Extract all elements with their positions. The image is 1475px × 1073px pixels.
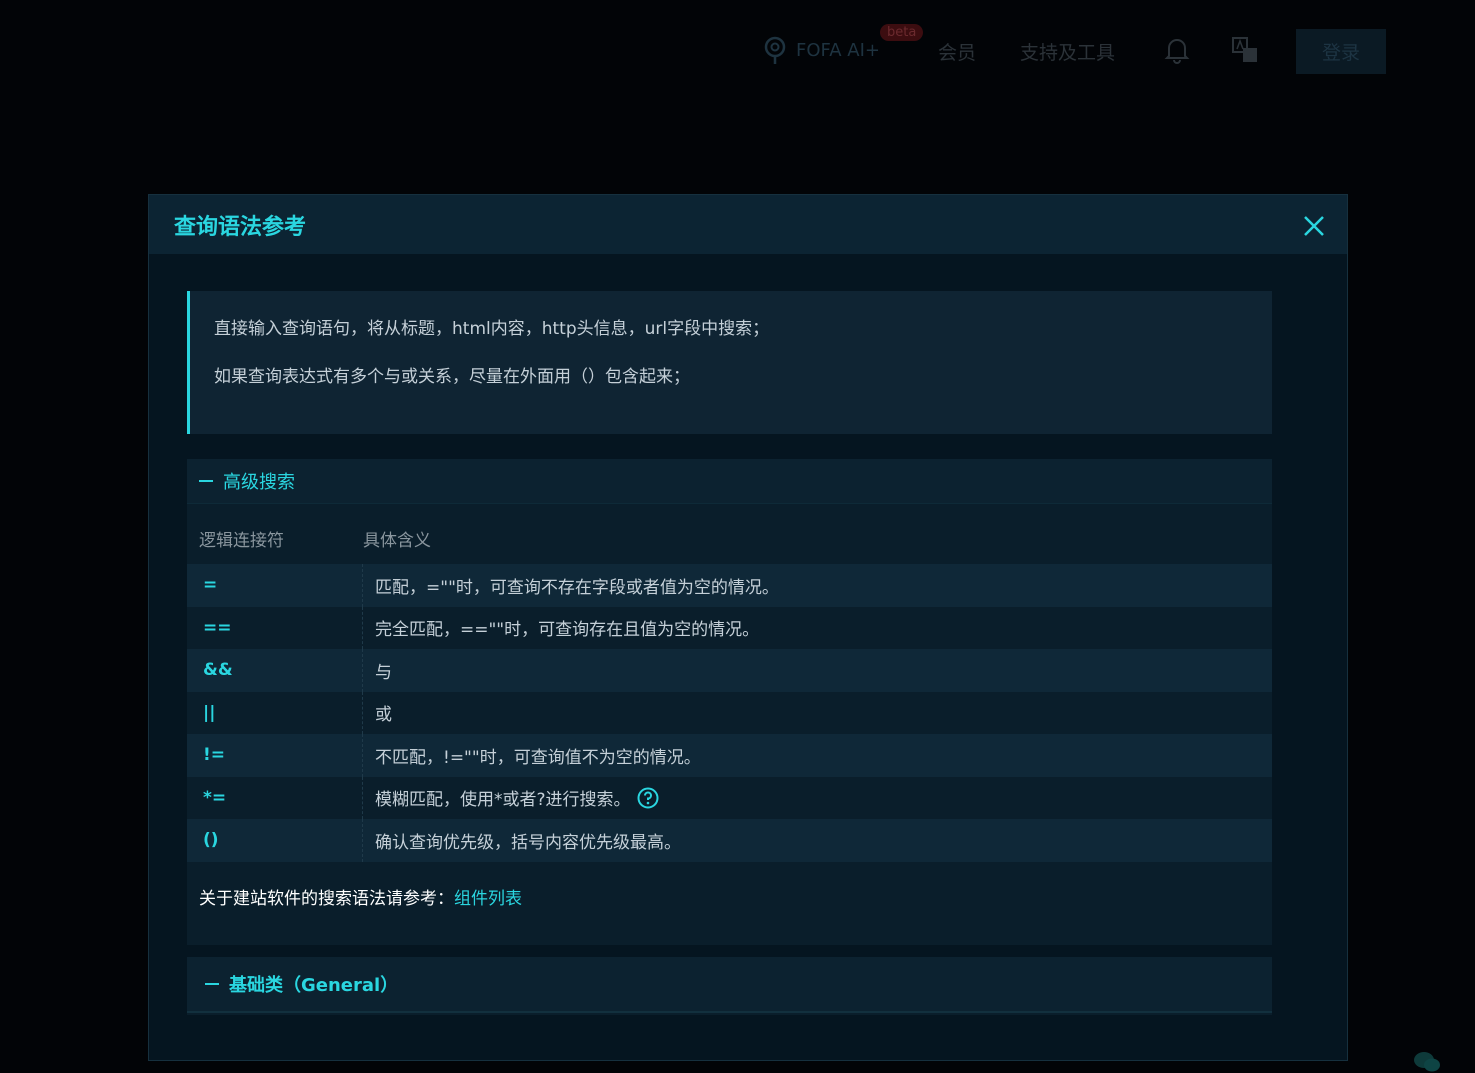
tip-line: 直接输入查询语句，将从标题，html内容，http头信息，url字段中搜索； (214, 319, 770, 339)
operator-cell: || (187, 691, 363, 734)
bell-icon[interactable] (1164, 36, 1190, 64)
advanced-search-section: 高级搜索 逻辑连接符 具体含义 = 匹配，=""时，可查询不存在字段或者值为空的… (187, 459, 1272, 945)
operator-cell: == (187, 606, 363, 649)
syntax-reference-modal: 查询语法参考 直接输入查询语句，将从标题，html内容，http头信息，url字… (148, 194, 1348, 1061)
usage-tip: 直接输入查询语句，将从标题，html内容，http头信息，url字段中搜索； 如… (187, 291, 1272, 434)
general-section: 基础类（General） (187, 957, 1272, 1015)
operator-cell: () (187, 819, 363, 862)
table-row: *= 模糊匹配，使用*或者?进行搜索。 (187, 776, 1272, 819)
table-row: == 完全匹配，==""时，可查询存在且值为空的情况。 (187, 606, 1272, 649)
table-row: && 与 (187, 649, 1272, 692)
meaning-cell: 与 (375, 662, 392, 683)
operator-cell: && (187, 649, 363, 692)
meaning-cell: 模糊匹配，使用*或者?进行搜索。 (363, 785, 659, 810)
beta-badge: beta (880, 24, 924, 41)
ai-icon (764, 36, 786, 64)
component-list-link[interactable]: 组件列表 (454, 889, 522, 909)
col-operator: 逻辑连接符 (199, 530, 284, 551)
table-row: = 匹配，=""时，可查询不存在字段或者值为空的情况。 (187, 564, 1272, 607)
translate-icon[interactable] (1231, 36, 1259, 64)
meaning-cell: 或 (375, 705, 392, 726)
meaning-cell: 完全匹配，==""时，可查询存在且值为空的情况。 (375, 620, 760, 641)
fofa-ai-label: FOFA AI+ (796, 39, 880, 61)
table-row: () 确认查询优先级，括号内容优先级最高。 (187, 819, 1272, 862)
table-row: != 不匹配，!=""时，可查询值不为空的情况。 (187, 734, 1272, 777)
meaning-cell: 确认查询优先级，括号内容优先级最高。 (375, 832, 681, 853)
collapse-icon (199, 480, 213, 482)
general-section-header[interactable]: 基础类（General） (187, 957, 1272, 1013)
meaning-text: 模糊匹配，使用*或者?进行搜索。 (375, 790, 631, 811)
table-row: || 或 (187, 691, 1272, 734)
reference-text: 关于建站软件的搜索语法请参考： (199, 888, 454, 909)
operator-cell: != (187, 734, 363, 777)
fofa-ai-link[interactable]: FOFA AI+ beta (762, 24, 924, 66)
modal-title: 查询语法参考 (174, 214, 307, 240)
advanced-search-title: 高级搜索 (223, 472, 295, 493)
table-header: 逻辑连接符 具体含义 (187, 504, 1272, 564)
collapse-icon (205, 983, 219, 985)
operator-cell: *= (187, 776, 363, 819)
operator-cell: = (187, 564, 363, 607)
meaning-cell: 不匹配，!=""时，可查询值不为空的情况。 (375, 747, 701, 768)
modal-header: 查询语法参考 (149, 195, 1347, 254)
nav-member[interactable]: 会员 (938, 38, 976, 65)
close-icon[interactable] (1303, 215, 1325, 237)
wechat-icon[interactable] (1413, 1050, 1441, 1073)
top-navbar: FOFA AI+ beta 会员 支持及工具 登录 (0, 0, 1475, 100)
component-reference: 关于建站软件的搜索语法请参考：组件列表 (187, 862, 1272, 931)
tip-line: 如果查询表达式有多个与或关系，尽量在外面用（）包含起来； (214, 367, 690, 387)
col-meaning: 具体含义 (363, 530, 431, 551)
help-icon[interactable] (637, 787, 659, 809)
nav-support-tools[interactable]: 支持及工具 (1020, 38, 1115, 65)
advanced-search-header[interactable]: 高级搜索 (187, 459, 1272, 504)
login-button[interactable]: 登录 (1296, 29, 1386, 74)
general-section-title: 基础类（General） (229, 975, 399, 996)
meaning-cell: 匹配，=""时，可查询不存在字段或者值为空的情况。 (375, 577, 779, 598)
